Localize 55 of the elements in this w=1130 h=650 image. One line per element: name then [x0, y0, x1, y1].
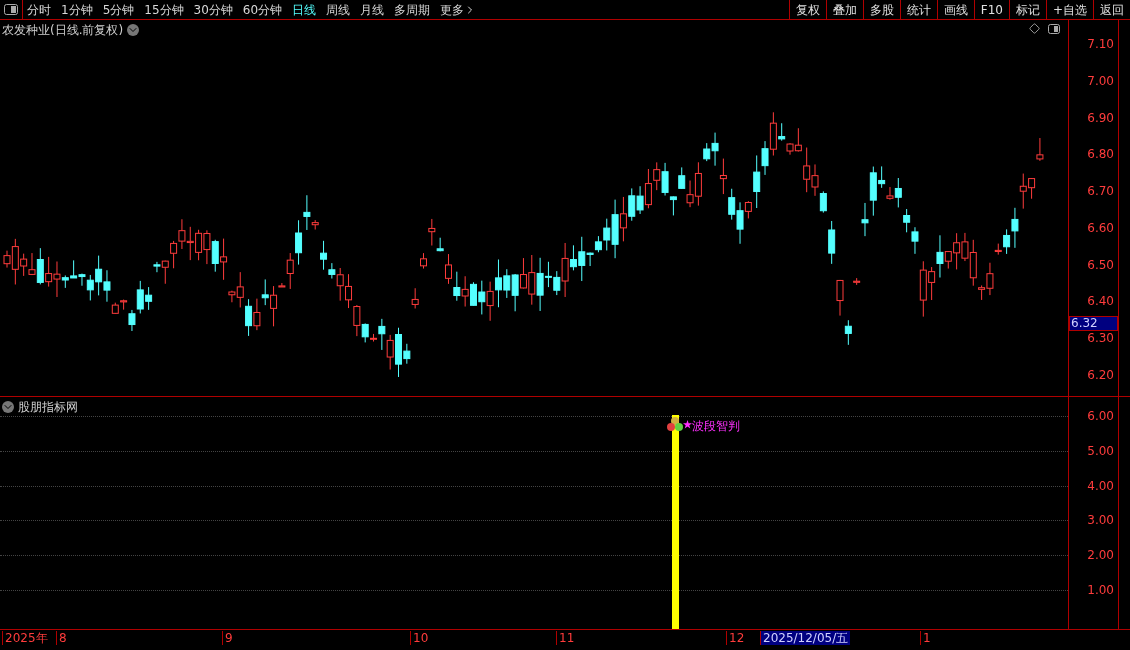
signal-label: 波段智判 [692, 418, 740, 435]
price-label: 6.70 [1087, 185, 1114, 198]
price-label: 6.30 [1087, 332, 1114, 345]
star-icon [683, 420, 692, 429]
period-tab[interactable]: 1分钟 [61, 0, 93, 19]
diamond-icon[interactable] [1029, 23, 1040, 34]
toolbar-button[interactable]: 多股 [862, 0, 900, 19]
period-tab[interactable]: 周线 [326, 0, 351, 19]
price-label: 6.20 [1087, 369, 1114, 381]
date-label: 11 [556, 631, 577, 645]
period-tab[interactable]: 日线 [292, 0, 317, 19]
toolbar-button[interactable]: 画线 [936, 0, 974, 19]
period-tab[interactable]: 分时 [27, 0, 51, 19]
date-label: 8 [56, 631, 69, 645]
period-tab[interactable]: 月线 [360, 0, 385, 19]
indicator-axis-label: 1.00 [1087, 584, 1114, 596]
panel-toggle-icon[interactable] [1048, 23, 1060, 34]
date-label: 10 [410, 631, 431, 645]
price-label: 6.50 [1087, 258, 1114, 271]
indicator-axis-label: 6.00 [1087, 410, 1114, 422]
price-label: 6.40 [1087, 295, 1114, 308]
chart-title: 农发种业(日线.前复权) [2, 22, 124, 39]
date-label: 2025/12/05/五 [760, 631, 851, 645]
date-label: 12 [726, 631, 747, 645]
indicator-axis-label: 2.00 [1087, 549, 1114, 562]
toolbar-button[interactable]: 返回 [1093, 0, 1130, 19]
dropdown-icon[interactable] [127, 24, 140, 36]
toolbar-button[interactable]: +自选 [1045, 0, 1093, 19]
toolbar-button[interactable]: 叠加 [825, 0, 863, 19]
signal-balls-icon [667, 417, 683, 431]
period-tab[interactable]: 多周期 [394, 0, 431, 19]
price-label: 6.60 [1087, 221, 1114, 234]
toolbar-button[interactable]: 统计 [899, 0, 937, 19]
dropdown-icon[interactable] [2, 401, 14, 413]
date-label: 1 [920, 631, 933, 645]
more-button[interactable]: 更多 [440, 0, 477, 19]
toolbar-button[interactable]: 标记 [1008, 0, 1046, 19]
price-label: 7.00 [1087, 74, 1114, 87]
price-label: 6.90 [1087, 111, 1114, 124]
panel-toggle-icon[interactable] [4, 4, 18, 15]
price-label: 7.10 [1087, 38, 1114, 50]
indicator-axis-label: 3.00 [1087, 514, 1114, 527]
period-tab[interactable]: 5分钟 [102, 0, 135, 19]
indicator-title: 股朋指标网 [18, 399, 78, 416]
date-label: 9 [222, 631, 235, 645]
indicator-axis-label: 4.00 [1087, 479, 1114, 492]
date-label: 2025年 [2, 631, 50, 645]
period-tab[interactable]: 15分钟 [144, 0, 184, 19]
period-tab[interactable]: 60分钟 [242, 0, 283, 19]
toolbar-button[interactable]: F10 [973, 0, 1009, 19]
period-tab[interactable]: 30分钟 [193, 0, 233, 19]
current-price-label: 6.32 [1069, 316, 1118, 331]
toolbar-button[interactable]: 复权 [788, 0, 826, 19]
price-label: 6.80 [1087, 148, 1114, 161]
indicator-axis-label: 5.00 [1087, 444, 1114, 457]
